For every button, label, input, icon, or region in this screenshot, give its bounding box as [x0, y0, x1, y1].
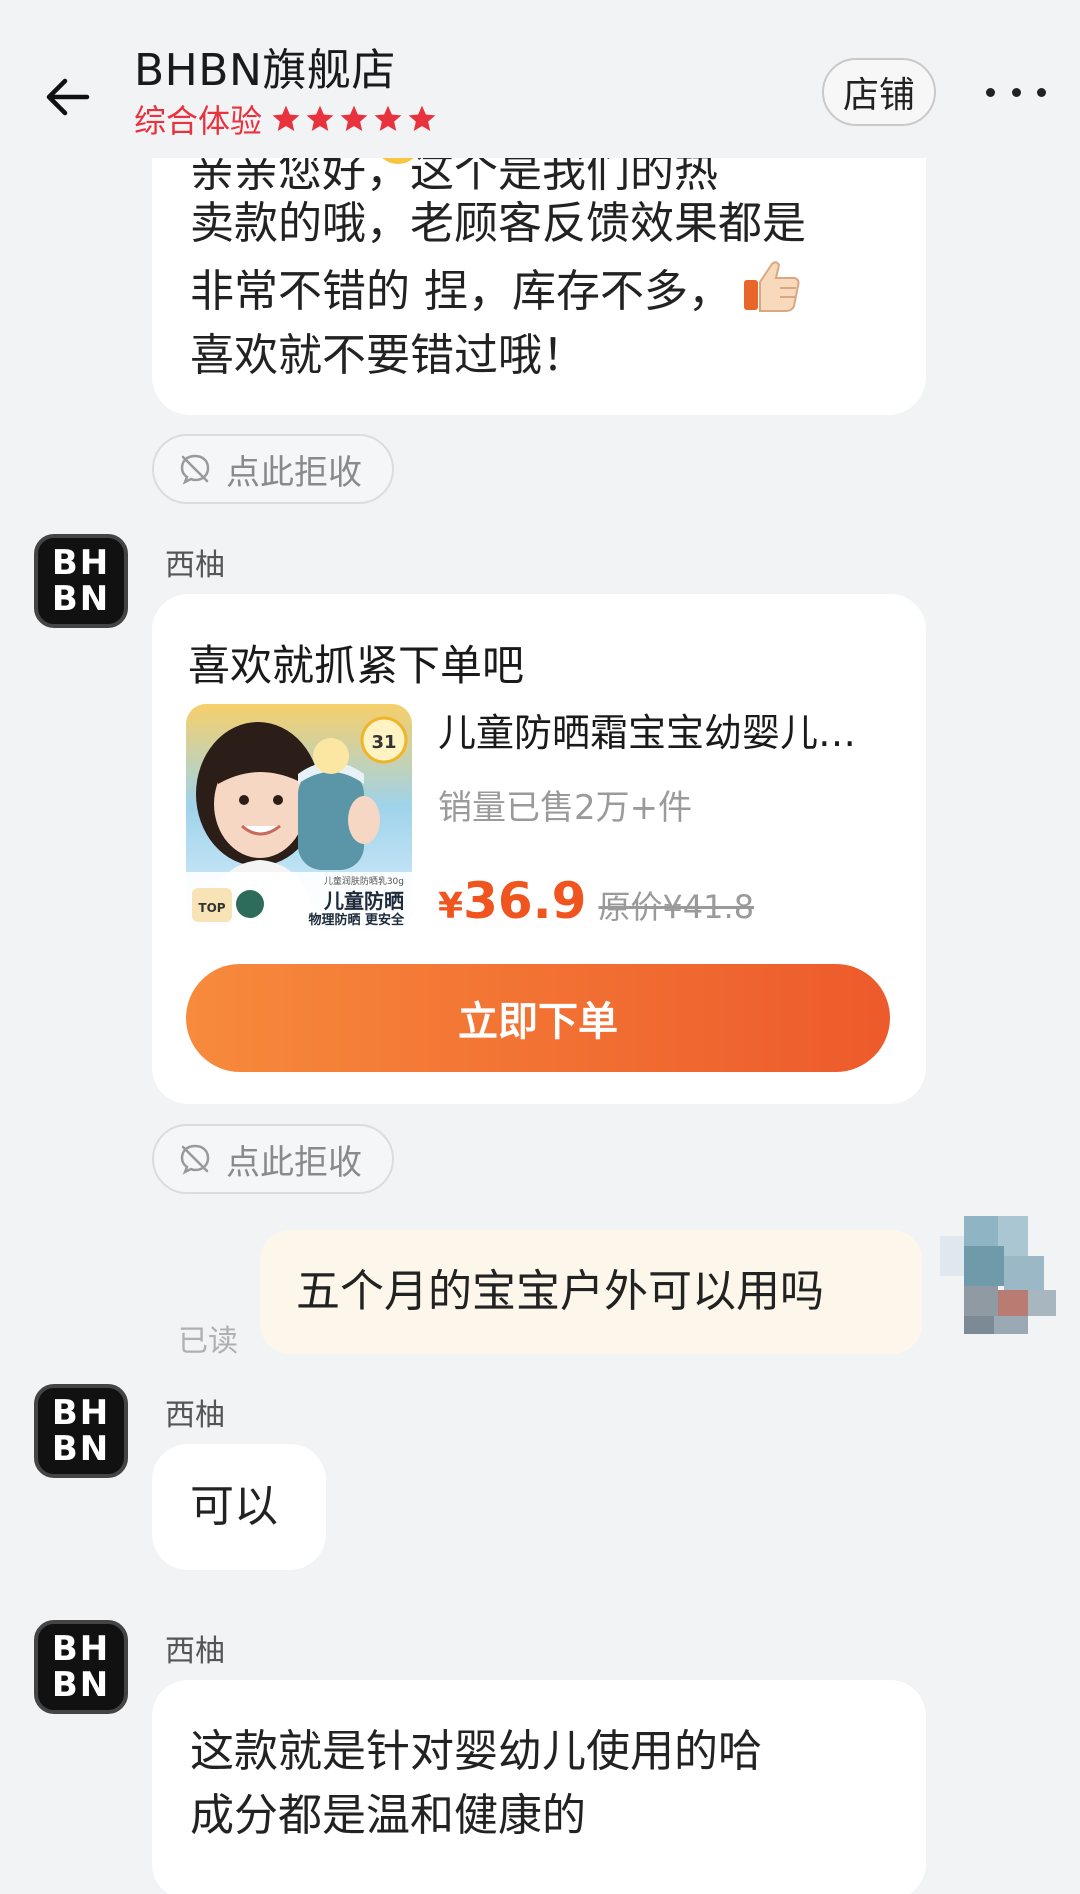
shop-button[interactable]: 店铺	[822, 58, 936, 126]
reject-button[interactable]: 点此拒收	[152, 434, 394, 504]
product-price: ¥ 36.9 原价¥41.8	[438, 872, 754, 930]
store-rating: 综合体验	[134, 96, 438, 142]
store-name[interactable]: BHBN旗舰店	[134, 34, 396, 98]
message-line-1: 卖款的哦，老顾客反馈效果都是	[190, 198, 806, 249]
product-image[interactable]: 31 儿童润肤防晒乳30g 儿童防晒 物理防晒 更安全 TOP	[186, 704, 412, 930]
product-card: 喜欢就抓紧下单吧 31 儿童润肤防晒乳30g 儿童防晒 物理防晒 更安全 TOP…	[152, 594, 926, 1104]
svg-text:儿童防晒: 儿童防晒	[323, 889, 404, 913]
star-icon	[306, 105, 334, 131]
reply-line-1: 这款就是针对婴幼儿使用的哈	[190, 1726, 762, 1777]
read-status: 已读	[178, 1324, 238, 1359]
sender-name: 西柚	[165, 1634, 225, 1669]
price-value: 36.9	[463, 872, 587, 930]
svg-text:TOP: TOP	[198, 901, 225, 915]
reject-label: 点此拒收	[226, 1142, 362, 1183]
rating-label: 综合体验	[134, 102, 263, 140]
card-title: 喜欢就抓紧下单吧	[188, 641, 525, 690]
sender-name: 西柚	[165, 1398, 225, 1433]
message-bubble-promo: 亲亲您好，这个是我们的热 卖款的哦，老顾客反馈效果都是 非常不错的 捏，库存不多…	[152, 120, 926, 415]
star-icon	[340, 105, 368, 131]
my-message-bubble: 五个月的宝宝户外可以用吗	[260, 1230, 922, 1354]
my-message-text: 五个月的宝宝户外可以用吗	[296, 1266, 824, 1317]
arrow-left-icon	[46, 78, 90, 116]
sender-name: 西柚	[165, 548, 225, 583]
no-message-icon	[180, 454, 210, 485]
product-name[interactable]: 儿童防晒霜宝宝幼婴儿…	[438, 702, 886, 757]
message-bubble-reply: 可以	[152, 1444, 326, 1570]
star-icon	[408, 105, 436, 131]
reject-button[interactable]: 点此拒收	[152, 1124, 394, 1194]
chat-header: BHBN旗舰店 综合体验 店铺	[0, 0, 1080, 158]
more-dots-icon	[986, 87, 995, 97]
product-sales: 销量已售2万+件	[438, 788, 693, 828]
no-message-icon	[180, 1144, 210, 1175]
reject-label: 点此拒收	[226, 452, 362, 493]
svg-text:物理防晒 更安全: 物理防晒 更安全	[308, 912, 405, 928]
agent-avatar[interactable]: BH BN	[34, 1384, 128, 1478]
svg-text:31: 31	[371, 732, 396, 753]
message-line-3: 喜欢就不要错过哦！	[190, 330, 586, 381]
svg-text:儿童润肤防晒乳30g: 儿童润肤防晒乳30g	[324, 875, 404, 887]
my-avatar[interactable]	[940, 1216, 1056, 1334]
agent-avatar[interactable]: BH BN	[34, 1620, 128, 1714]
back-button[interactable]	[36, 66, 98, 128]
thumbs-up-emoji-icon	[744, 261, 800, 312]
star-icon	[272, 105, 300, 131]
star-icon	[374, 105, 402, 131]
price-currency: ¥	[438, 886, 464, 927]
rating-stars	[270, 103, 438, 135]
message-line-2: 非常不错的 捏，库存不多，	[190, 256, 910, 324]
message-bubble-reply: 这款就是针对婴幼儿使用的哈 成分都是温和健康的	[152, 1680, 926, 1894]
reply-text: 可以	[190, 1481, 278, 1532]
message-body: 卖款的哦，老顾客反馈效果都是 非常不错的 捏，库存不多， 喜欢就不要错过哦！	[190, 192, 910, 388]
original-price: 原价¥41.8	[598, 888, 755, 926]
buy-now-button[interactable]: 立即下单	[186, 964, 890, 1072]
more-menu-button[interactable]	[986, 72, 1046, 112]
reply-line-2: 成分都是温和健康的	[190, 1790, 586, 1841]
agent-avatar[interactable]: BH BN	[34, 534, 128, 628]
